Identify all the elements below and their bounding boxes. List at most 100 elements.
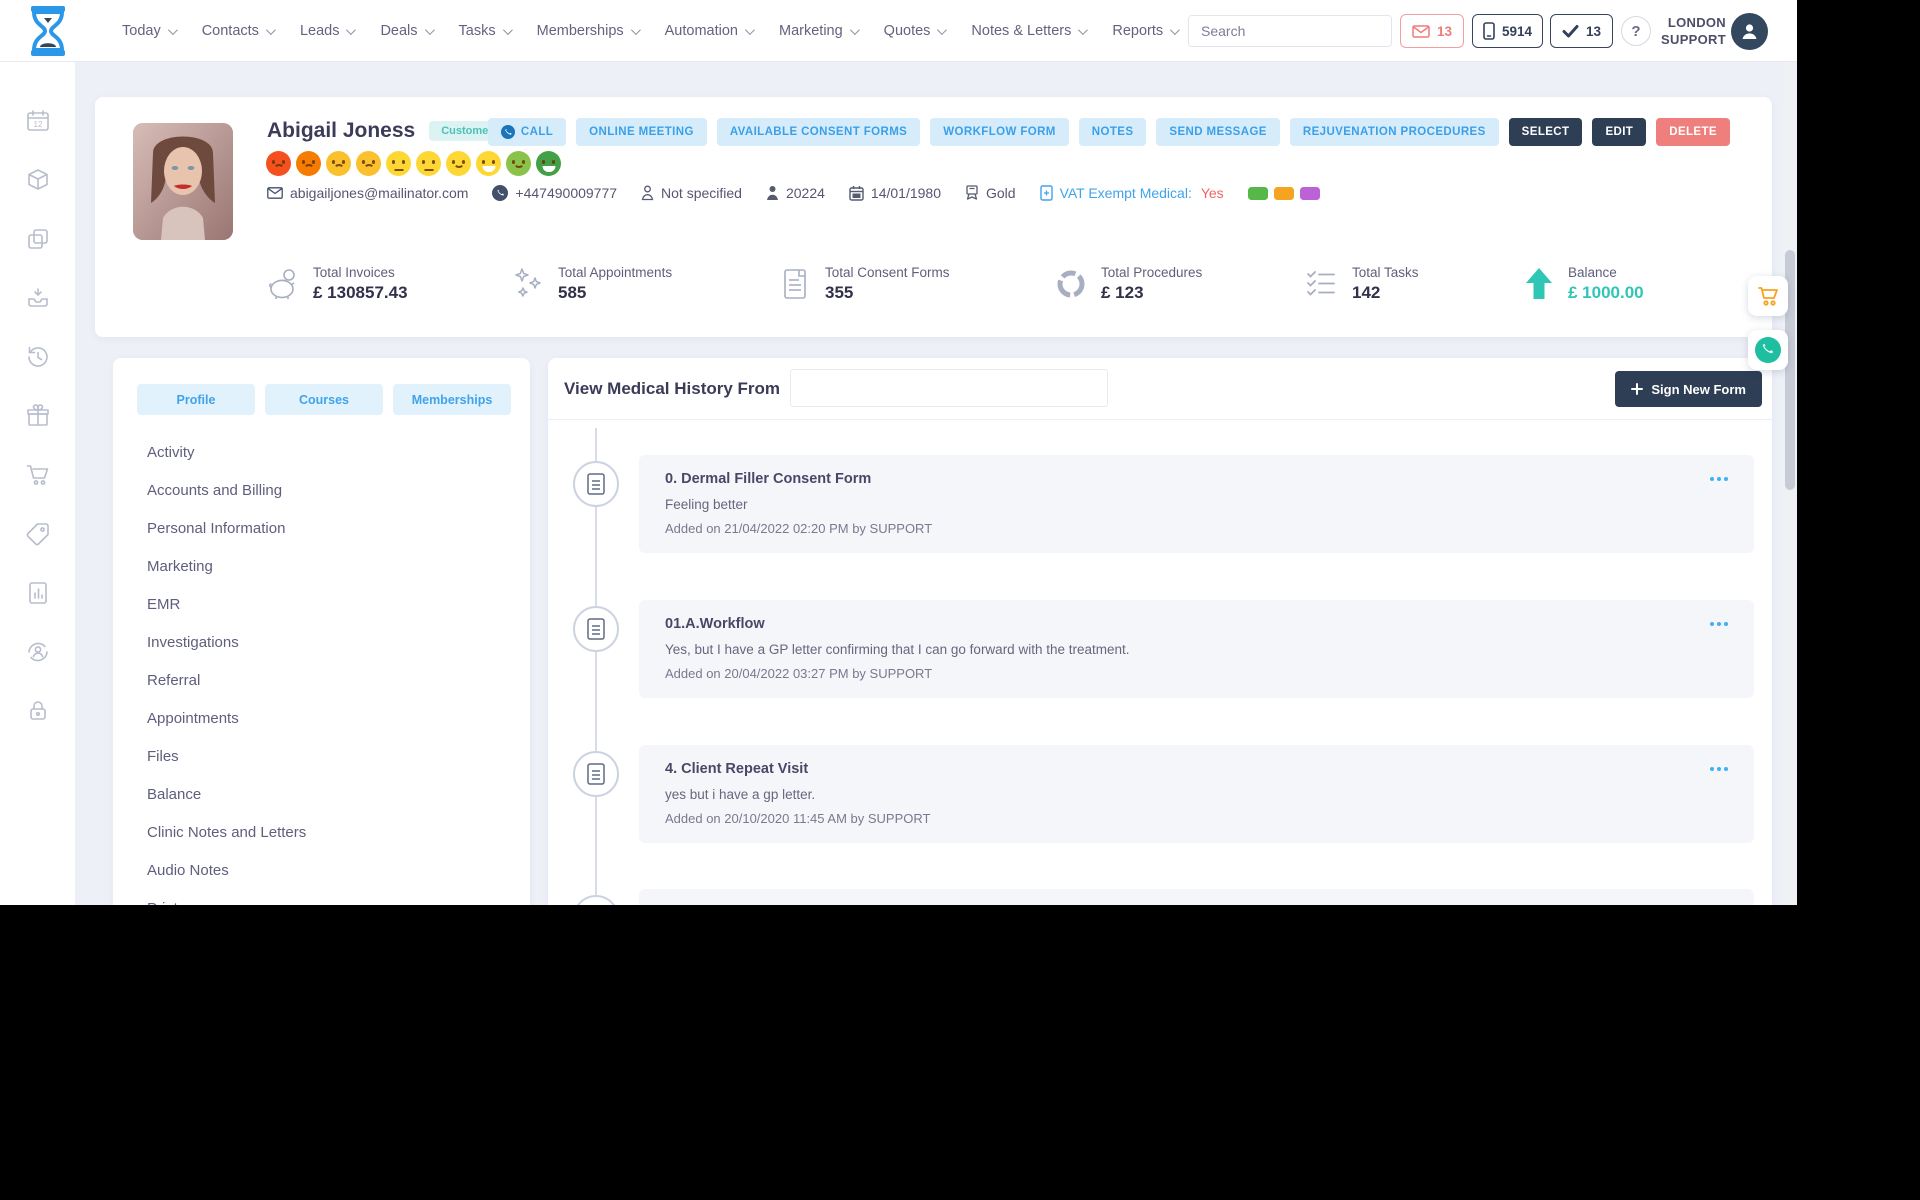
sign-new-form-button[interactable]: Sign New Form	[1615, 371, 1762, 407]
label-swatch-purple	[1299, 186, 1320, 200]
menu-item-partial[interactable]: Print	[147, 890, 306, 905]
entry-title: 0. Dermal Filler Consent Form	[665, 471, 872, 487]
form-entry-icon	[573, 461, 619, 507]
tier-value: Gold	[985, 185, 1016, 201]
menu-item-clinic-notes-letters[interactable]: Clinic Notes and Letters	[147, 814, 306, 852]
menu-tasks[interactable]: Tasks	[458, 23, 513, 39]
report-icon[interactable]	[25, 580, 51, 606]
chevron-down-icon	[265, 24, 276, 35]
mood-emoji-3[interactable]	[326, 151, 351, 176]
checklist-icon	[1307, 271, 1335, 296]
menu-memberships[interactable]: Memberships	[537, 23, 641, 39]
menu-notes-letters[interactable]: Notes & Letters	[971, 23, 1089, 39]
client-vat-status: VAT Exempt Medical: Yes	[1039, 185, 1224, 201]
mood-emoji-5[interactable]	[386, 151, 411, 176]
edit-button[interactable]: EDIT	[1592, 118, 1647, 146]
chevron-down-icon	[1170, 24, 1181, 35]
online-meeting-button[interactable]: ONLINE MEETING	[576, 118, 707, 146]
client-dob: 14/01/1980	[849, 185, 941, 201]
profile-menu-list: Activity Accounts and Billing Personal I…	[147, 434, 306, 905]
cart-fab-button[interactable]	[1748, 276, 1788, 316]
menu-reports[interactable]: Reports	[1112, 23, 1181, 39]
call-fab-button[interactable]	[1748, 330, 1788, 370]
page-scrollbar	[1783, 62, 1797, 905]
tab-courses[interactable]: Courses	[265, 384, 383, 415]
menu-item-audio-notes[interactable]: Audio Notes	[147, 852, 306, 890]
copy-icon[interactable]	[25, 226, 51, 252]
entry-options-icon[interactable]	[1708, 616, 1730, 632]
menu-item-appointments[interactable]: Appointments	[147, 700, 306, 738]
menu-item-accounts-billing[interactable]: Accounts and Billing	[147, 472, 306, 510]
mood-emoji-9[interactable]	[506, 151, 531, 176]
entry-meta: Added on 20/04/2022 03:27 PM by SUPPORT	[665, 666, 933, 681]
menu-item-investigations[interactable]: Investigations	[147, 624, 306, 662]
package-icon[interactable]	[25, 167, 51, 193]
menu-item-activity[interactable]: Activity	[147, 434, 306, 472]
tab-profile[interactable]: Profile	[137, 384, 255, 415]
menu-contacts[interactable]: Contacts	[202, 23, 276, 39]
mood-emoji-8[interactable]	[476, 151, 501, 176]
phone-badge-button[interactable]: 5914	[1472, 14, 1543, 48]
entry-options-icon[interactable]	[1708, 471, 1730, 487]
app-logo-hourglass-icon[interactable]	[24, 5, 72, 57]
inbox-icon[interactable]	[25, 285, 51, 311]
mood-emoji-10[interactable]	[536, 151, 561, 176]
help-button[interactable]: ?	[1621, 16, 1651, 46]
mood-emoji-2[interactable]	[296, 151, 321, 176]
entry-title: 01.A.Workflow	[665, 616, 765, 632]
mood-emoji-6[interactable]	[416, 151, 441, 176]
rejuvenation-procedures-button[interactable]: REJUVENATION PROCEDURES	[1289, 118, 1499, 146]
menu-item-referral[interactable]: Referral	[147, 662, 306, 700]
medical-history-panel: View Medical History From Sign New Form …	[548, 358, 1772, 905]
user-sync-icon[interactable]	[25, 639, 51, 665]
client-name-row: Abigail Joness Customer	[267, 119, 505, 143]
menu-leads[interactable]: Leads	[300, 23, 357, 39]
stat-total-consent-forms: Total Consent Forms 355	[777, 265, 950, 303]
avatar[interactable]	[1731, 13, 1768, 50]
client-header-card: Abigail Joness Customer abigailjones@mai…	[95, 97, 1772, 337]
tab-memberships[interactable]: Memberships	[393, 384, 511, 415]
chevron-down-icon	[937, 24, 948, 35]
gift-icon[interactable]	[25, 403, 51, 429]
mood-emoji-1[interactable]	[266, 151, 291, 176]
tasks-badge-button[interactable]: 13	[1550, 14, 1613, 48]
delete-button[interactable]: DELETE	[1656, 118, 1730, 146]
calendar-icon[interactable]: 12	[25, 108, 51, 134]
mood-emoji-4[interactable]	[356, 151, 381, 176]
cart-icon[interactable]	[25, 462, 51, 488]
mail-badge-button[interactable]: 13	[1400, 14, 1464, 48]
menu-deals[interactable]: Deals	[380, 23, 435, 39]
price-tag-icon[interactable]	[25, 521, 51, 547]
mail-icon	[1412, 24, 1430, 38]
send-message-button[interactable]: SEND MESSAGE	[1156, 118, 1280, 146]
menu-today[interactable]: Today	[122, 23, 178, 39]
whatsapp-phone-icon	[1755, 337, 1781, 363]
call-label: CALL	[520, 126, 554, 138]
menu-item-balance[interactable]: Balance	[147, 776, 306, 814]
menu-item-emr[interactable]: EMR	[147, 586, 306, 624]
available-consent-forms-button[interactable]: AVAILABLE CONSENT FORMS	[716, 118, 921, 146]
menu-marketing[interactable]: Marketing	[779, 23, 860, 39]
chevron-down-icon	[630, 24, 641, 35]
workflow-form-button[interactable]: WORKFLOW FORM	[930, 118, 1069, 146]
menu-label: Tasks	[458, 23, 496, 39]
mood-emoji-7[interactable]	[446, 151, 471, 176]
chevron-down-icon	[424, 24, 435, 35]
search-input[interactable]	[1189, 16, 1391, 46]
menu-item-personal-information[interactable]: Personal Information	[147, 510, 306, 548]
lock-icon[interactable]	[25, 698, 51, 724]
history-icon[interactable]	[25, 344, 51, 370]
notes-button[interactable]: NOTES	[1078, 118, 1147, 146]
phone-value: +447490009777	[515, 185, 618, 201]
call-button[interactable]: CALL	[487, 118, 567, 146]
menu-automation[interactable]: Automation	[665, 23, 755, 39]
entry-options-icon[interactable]	[1708, 761, 1730, 777]
menu-item-files[interactable]: Files	[147, 738, 306, 776]
user-role: SUPPORT	[1661, 32, 1726, 47]
select-button[interactable]: SELECT	[1508, 118, 1583, 146]
medical-history-filter-input[interactable]	[790, 369, 1108, 407]
menu-quotes[interactable]: Quotes	[884, 23, 948, 39]
logged-in-user: LONDON SUPPORT	[1658, 14, 1726, 48]
menu-item-marketing[interactable]: Marketing	[147, 548, 306, 586]
piggy-bank-icon	[269, 269, 295, 299]
